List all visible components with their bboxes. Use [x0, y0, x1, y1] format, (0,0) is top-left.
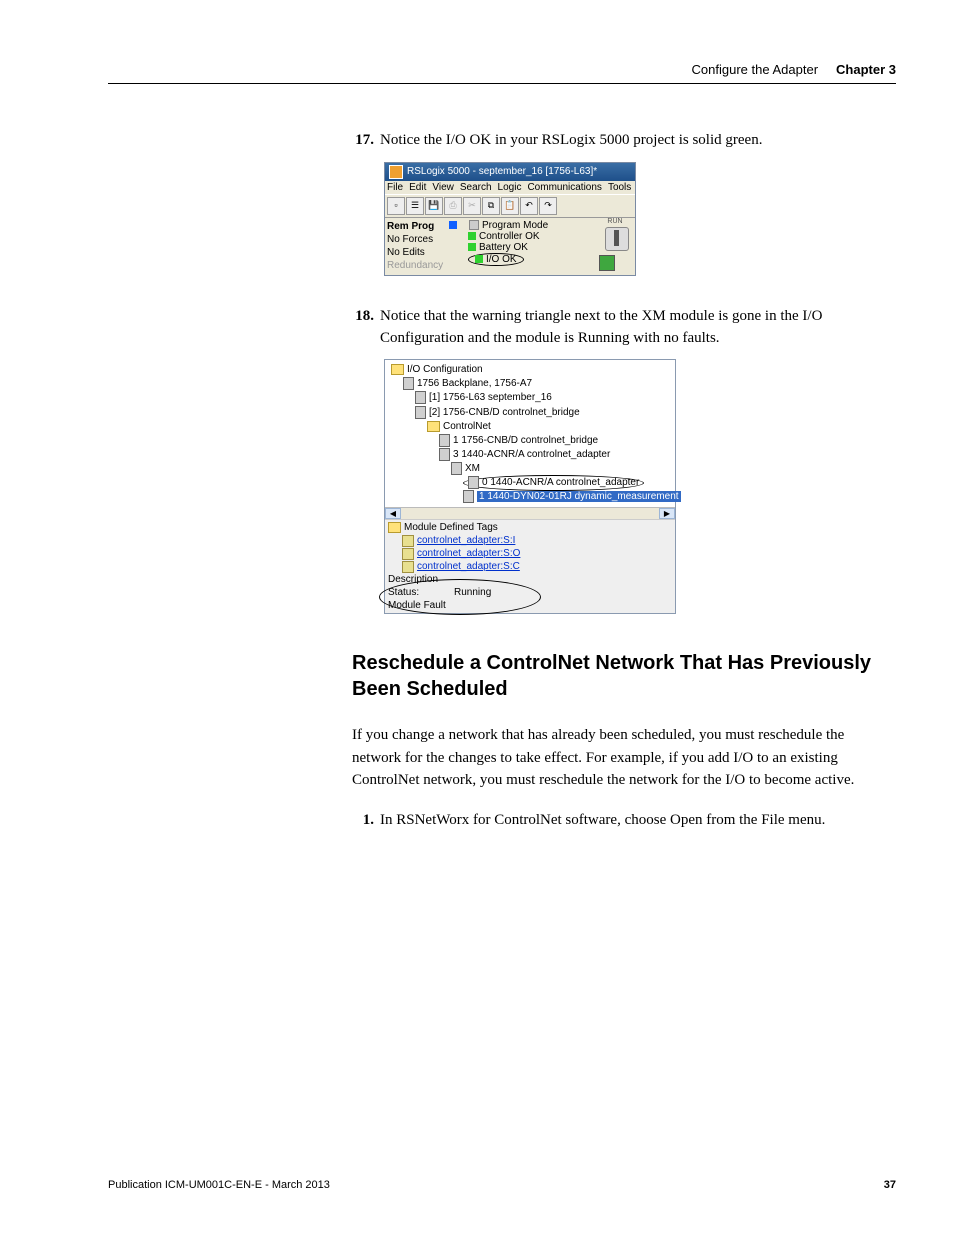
tree-node-selected[interactable]: 1 1440-DYN02-01RJ dynamic_measurement [391, 490, 673, 504]
step-18: 18 Notice that the warning triangle next… [346, 306, 886, 350]
status-io-ok: I/O OK [486, 254, 517, 265]
run-indicator-icon [449, 221, 457, 229]
step-number: 17 [346, 130, 374, 152]
menu-view[interactable]: View [432, 182, 454, 193]
tag-icon [402, 561, 414, 573]
key-run-label: RUN [595, 218, 635, 225]
app-icon [389, 165, 403, 179]
publication-id: Publication ICM-UM001C-EN-E - March 2013 [108, 1179, 330, 1191]
section-heading: Reschedule a ControlNet Network That Has… [352, 650, 892, 702]
status-noforces: No Forces [387, 233, 445, 246]
menu-tools[interactable]: Tools [608, 182, 631, 193]
step-text: In RSNetWorx for ControlNet software, ch… [380, 810, 886, 832]
status-remprog: Rem Prog [387, 220, 445, 233]
scroll-right-icon[interactable]: ▶ [659, 508, 675, 519]
network-icon [427, 421, 440, 432]
module-icon [415, 391, 426, 404]
battery-ok-icon [468, 243, 476, 251]
module-icon [439, 434, 450, 447]
tb-paste-icon[interactable]: 📋 [501, 197, 519, 215]
tb-redo-icon[interactable]: ↷ [539, 197, 557, 215]
key-switch-icon [605, 227, 629, 251]
status-right-column: Program Mode Controller OK Battery OK I/… [449, 220, 593, 273]
xm-icon [451, 462, 462, 475]
toolbar: ▫ ☰ 💾 ⎙ ✂ ⧉ 📋 ↶ ↷ [385, 194, 635, 218]
tree-node[interactable]: 0 1440-ACNR/A controlnet_adapter [391, 476, 673, 490]
status-program-mode: Program Mode [482, 220, 548, 231]
tree-node[interactable]: ControlNet [391, 420, 673, 434]
tb-open-icon[interactable]: ☰ [406, 197, 424, 215]
horizontal-scrollbar[interactable]: ◀ ▶ [385, 507, 675, 519]
module-icon [463, 490, 474, 503]
mode-box-icon [469, 220, 479, 230]
module-icon [439, 448, 450, 461]
menu-edit[interactable]: Edit [409, 182, 426, 193]
menu-file[interactable]: File [387, 182, 403, 193]
status-noedits: No Edits [387, 246, 445, 259]
step-number: 1 [346, 810, 374, 832]
step-text: Notice that the warning triangle next to… [380, 306, 886, 350]
status-controller-ok: Controller OK [479, 231, 540, 242]
tag-icon [402, 548, 414, 560]
menu-logic[interactable]: Logic [498, 182, 522, 193]
step-text: Notice the I/O OK in your RSLogix 5000 p… [380, 130, 886, 152]
io-ok-highlight: I/O OK [468, 253, 524, 266]
section-paragraph: If you change a network that has already… [352, 724, 892, 792]
module-info-panel: Module Defined Tags controlnet_adapter:S… [385, 519, 675, 613]
header-title: Configure the Adapter [692, 62, 818, 77]
status-left-column: Rem Prog No Forces No Edits Redundancy [387, 220, 445, 273]
tree-node[interactable]: I/O Configuration [391, 363, 673, 377]
tb-copy-icon[interactable]: ⧉ [482, 197, 500, 215]
header-chapter: Chapter 3 [836, 62, 896, 77]
tree-node[interactable]: 3 1440-ACNR/A controlnet_adapter [391, 448, 673, 462]
window-title: RSLogix 5000 - september_16 [1756-L63]* [407, 166, 597, 177]
screenshot-rslogix: RSLogix 5000 - september_16 [1756-L63]* … [384, 162, 636, 276]
io-status-box-icon [599, 255, 615, 271]
tb-save-icon[interactable]: 💾 [425, 197, 443, 215]
tree-node[interactable]: 1756 Backplane, 1756-A7 [391, 377, 673, 391]
figure-rslogix-toolbar: RSLogix 5000 - september_16 [1756-L63]* … [384, 162, 896, 276]
folder-icon [388, 522, 401, 533]
step-1: 1 In RSNetWorx for ControlNet software, … [346, 810, 886, 832]
figure-io-config-tree: I/O Configuration 1756 Backplane, 1756-A… [384, 359, 896, 614]
module-icon [468, 476, 479, 489]
page-header: Configure the Adapter Chapter 3 [108, 62, 896, 84]
step-number: 18 [346, 306, 374, 350]
backplane-icon [403, 377, 414, 390]
module-icon [415, 406, 426, 419]
tb-undo-icon[interactable]: ↶ [520, 197, 538, 215]
io-ok-icon [475, 255, 483, 263]
tb-print-icon[interactable]: ⎙ [444, 197, 462, 215]
scroll-left-icon[interactable]: ◀ [385, 508, 401, 519]
page-number: 37 [884, 1179, 896, 1191]
tree-node[interactable]: [2] 1756-CNB/D controlnet_bridge [391, 406, 673, 420]
step-17: 17 Notice the I/O OK in your RSLogix 500… [346, 130, 886, 152]
tb-cut-icon[interactable]: ✂ [463, 197, 481, 215]
status-battery-ok: Battery OK [479, 242, 528, 253]
module-defined-tags-header: Module Defined Tags [388, 521, 672, 534]
menu-bar[interactable]: File Edit View Search Logic Communicatio… [385, 181, 635, 194]
tag-link[interactable]: controlnet_adapter:S:O [388, 547, 672, 560]
tag-icon [402, 535, 414, 547]
menu-communications[interactable]: Communications [527, 182, 601, 193]
io-config-tree[interactable]: I/O Configuration 1756 Backplane, 1756-A… [385, 360, 675, 507]
screenshot-io-config: I/O Configuration 1756 Backplane, 1756-A… [384, 359, 676, 614]
folder-icon [391, 364, 404, 375]
status-redundancy: Redundancy [387, 259, 445, 272]
tree-node[interactable]: 1 1756-CNB/D controlnet_bridge [391, 434, 673, 448]
menu-search[interactable]: Search [460, 182, 492, 193]
tag-link[interactable]: controlnet_adapter:S:C [388, 560, 672, 573]
window-titlebar: RSLogix 5000 - september_16 [1756-L63]* [385, 163, 635, 181]
tree-node[interactable]: [1] 1756-L63 september_16 [391, 391, 673, 405]
controller-ok-icon [468, 232, 476, 240]
page-footer: Publication ICM-UM001C-EN-E - March 2013… [108, 1179, 896, 1191]
tag-link[interactable]: controlnet_adapter:S:I [388, 534, 672, 547]
tb-new-icon[interactable]: ▫ [387, 197, 405, 215]
tree-node[interactable]: XM [391, 462, 673, 476]
